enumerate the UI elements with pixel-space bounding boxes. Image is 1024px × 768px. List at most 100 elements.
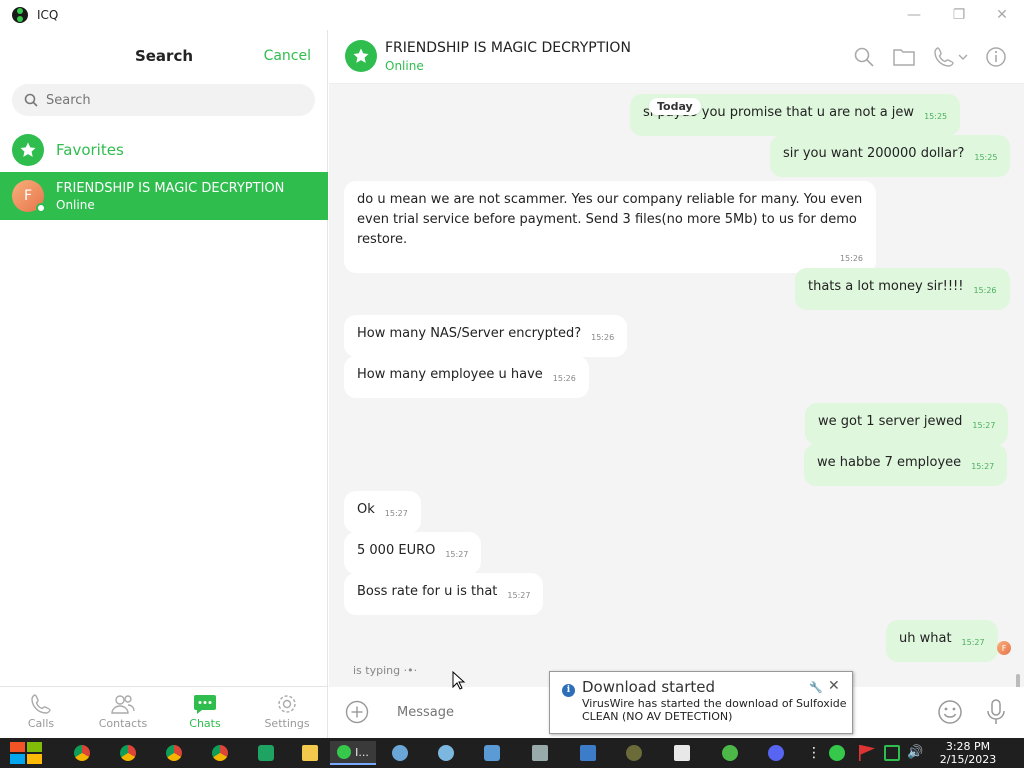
taskbar-chrome-1[interactable] xyxy=(62,741,102,765)
message-time: 15:26 xyxy=(973,286,997,295)
title-bar: ICQ — ❐ ✕ xyxy=(0,0,1024,30)
taskbar-chrome-4[interactable] xyxy=(200,741,240,765)
search-input[interactable] xyxy=(46,92,286,108)
icq-logo-icon xyxy=(12,7,28,23)
message-time: 15:25 xyxy=(924,112,948,121)
taskbar-chrome-3[interactable] xyxy=(154,741,194,765)
window-icon xyxy=(580,745,596,761)
taskbar-app-5[interactable] xyxy=(568,741,608,765)
message-bubble[interactable]: 5 000 EURO 15:27 xyxy=(344,532,482,574)
notification-body: VirusWire has started the download of Su… xyxy=(582,697,847,723)
attach-plus-icon[interactable] xyxy=(345,700,369,724)
notification-title: Download started xyxy=(582,678,716,696)
nav-contacts[interactable]: Contacts xyxy=(82,687,164,738)
taskbar-app-6[interactable] xyxy=(614,741,654,765)
nav-chats[interactable]: Chats xyxy=(164,687,246,738)
search-icon[interactable] xyxy=(853,46,875,68)
taskbar-app-4[interactable] xyxy=(520,741,560,765)
message-bubble[interactable]: sir you want 200000 dollar? 15:25 xyxy=(770,135,1011,177)
chat-avatar-star-icon[interactable] xyxy=(345,40,377,72)
search-box[interactable] xyxy=(12,84,315,116)
phone-icon xyxy=(31,694,51,714)
tray-network-icon[interactable] xyxy=(884,745,900,761)
tray-icq-icon[interactable] xyxy=(829,745,845,761)
tray-flag-icon[interactable] xyxy=(859,745,875,761)
download-notification[interactable]: i Download started VirusWire has started… xyxy=(549,671,853,734)
minimize-button[interactable]: — xyxy=(900,4,928,26)
message-bubble[interactable]: thats a lot money sir!!!! 15:26 xyxy=(795,268,1010,310)
message-bubble[interactable]: Ok 15:27 xyxy=(344,491,421,533)
online-status-dot xyxy=(36,203,46,213)
taskbar-app-7[interactable] xyxy=(662,741,702,765)
taskbar-app-3[interactable] xyxy=(472,741,512,765)
taskbar-icq[interactable]: I... xyxy=(330,741,376,765)
contacts-pane: Search Cancel Favorites F FRIENDSHIP IS … xyxy=(0,30,328,738)
scrollbar-thumb[interactable] xyxy=(1016,674,1020,687)
chat-status: Online xyxy=(385,59,424,73)
message-time: 15:26 xyxy=(839,254,863,263)
message-time: 15:27 xyxy=(972,421,996,430)
info-icon[interactable] xyxy=(985,46,1007,68)
taskbar-app-green[interactable] xyxy=(246,741,286,765)
message-text: uh what xyxy=(899,631,952,646)
taskbar-file-explorer[interactable] xyxy=(290,741,330,765)
contact-item-friendship[interactable]: F FRIENDSHIP IS MAGIC DECRYPTION Online xyxy=(0,172,328,220)
tray-volume-icon[interactable]: 🔊 xyxy=(907,745,923,761)
message-bubble[interactable]: Boss rate for u is that 15:27 xyxy=(344,573,544,615)
message-time: 15:27 xyxy=(445,550,469,559)
java-icon xyxy=(674,745,690,761)
chat-pane: FRIENDSHIP IS MAGIC DECRYPTION Online si… xyxy=(329,30,1024,738)
nav-settings[interactable]: Settings xyxy=(246,687,328,738)
message-text: 5 000 EURO xyxy=(357,543,436,558)
taskbar-app-1[interactable] xyxy=(380,741,420,765)
message-bubble[interactable]: do u mean we are not scammer. Yes our co… xyxy=(344,181,876,273)
taskbar-discord[interactable] xyxy=(756,741,796,765)
message-time: 15:27 xyxy=(961,638,985,647)
wrench-icon[interactable]: 🔧 xyxy=(809,681,823,694)
message-bubble[interactable]: we got 1 server jewed 15:27 xyxy=(805,403,1009,445)
cancel-button[interactable]: Cancel xyxy=(264,48,311,64)
emoji-icon[interactable] xyxy=(937,699,963,725)
message-bubble[interactable]: How many employee u have 15:26 xyxy=(344,356,589,398)
close-window-button[interactable]: ✕ xyxy=(988,4,1016,26)
network-users-icon xyxy=(392,745,408,761)
typing-indicator: is typing ·•· xyxy=(353,664,417,677)
chrome-icon xyxy=(74,745,90,761)
chat-title[interactable]: FRIENDSHIP IS MAGIC DECRYPTION xyxy=(385,40,631,56)
favorites-item[interactable]: Favorites xyxy=(0,132,328,168)
nav-settings-label: Settings xyxy=(264,717,310,730)
taskbar-clock[interactable]: 3:28 PM 2/15/2023 xyxy=(938,740,998,766)
nav-calls[interactable]: Calls xyxy=(0,687,82,738)
message-list[interactable]: si paydo you promise that u are not a je… xyxy=(329,84,1024,687)
message-bubble[interactable]: How many NAS/Server encrypted? 15:26 xyxy=(344,315,628,357)
taskbar-app-8[interactable] xyxy=(710,741,750,765)
taskbar-app-2[interactable] xyxy=(426,741,466,765)
message-time: 15:27 xyxy=(971,462,995,471)
app-icon xyxy=(626,745,642,761)
read-receipt-avatar: F xyxy=(997,641,1011,655)
message-bubble[interactable]: we habbe 7 employee 15:27 xyxy=(804,444,1008,486)
typing-dots-icon: ·•· xyxy=(403,664,418,677)
message-time: 15:27 xyxy=(507,591,531,600)
network-users-icon xyxy=(438,745,454,761)
taskbar-chrome-2[interactable] xyxy=(108,741,148,765)
windows-start-icon[interactable] xyxy=(8,741,44,765)
close-icon[interactable]: ✕ xyxy=(828,678,840,694)
clock-date: 2/15/2023 xyxy=(939,753,997,766)
message-bubble[interactable]: uh what 15:27 xyxy=(886,620,998,662)
tray-overflow-icon[interactable]: ⋮ xyxy=(806,745,822,761)
message-time: 15:27 xyxy=(384,509,408,518)
call-dropdown-icon[interactable] xyxy=(933,46,969,68)
folder-icon[interactable] xyxy=(893,46,915,68)
message-text: How many employee u have xyxy=(357,367,543,382)
icq-window: ICQ — ❐ ✕ Search Cancel Favorites F FRIE… xyxy=(0,0,1024,738)
search-icon xyxy=(24,93,38,107)
contact-status: Online xyxy=(56,197,95,212)
microphone-icon[interactable] xyxy=(985,698,1007,726)
chrome-icon xyxy=(120,745,136,761)
info-icon: i xyxy=(562,684,575,697)
contact-name: FRIENDSHIP IS MAGIC DECRYPTION xyxy=(56,180,285,196)
gear-icon xyxy=(278,695,296,713)
icq-logo-icon xyxy=(337,745,352,759)
maximize-button[interactable]: ❐ xyxy=(945,4,973,26)
